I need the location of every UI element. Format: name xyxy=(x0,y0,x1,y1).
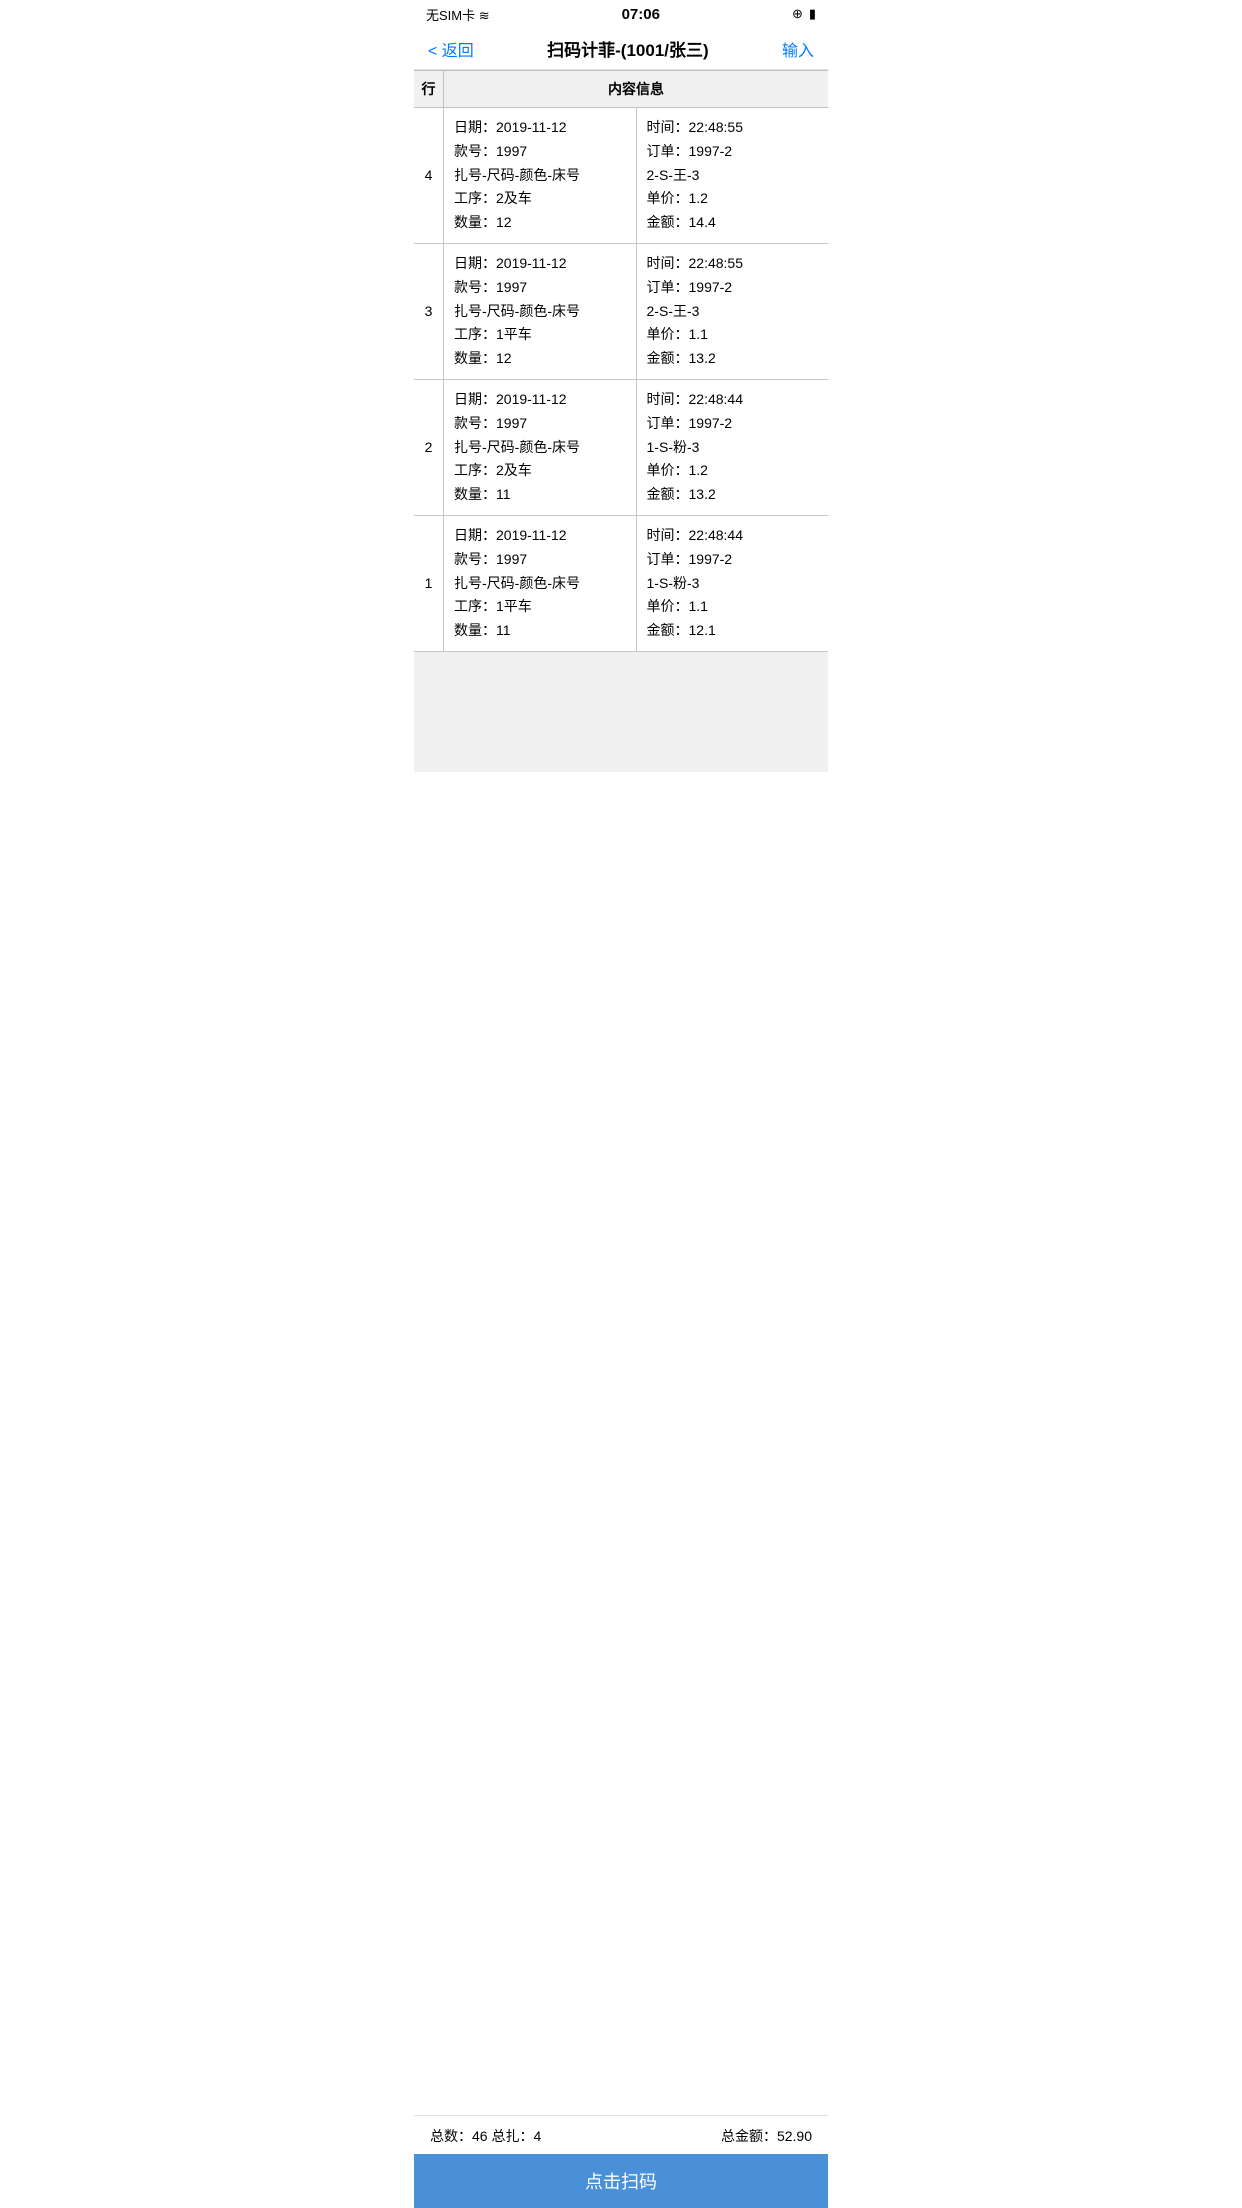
date-field: 日期：2019-11-12 xyxy=(454,252,626,276)
table-header: 行 内容信息 xyxy=(414,70,828,108)
price-field: 单价：1.1 xyxy=(647,595,819,619)
order-field: 订单：1997-2 xyxy=(647,412,819,436)
row-left-info: 日期：2019-11-12 款号：1997 扎号-尺码-颜色-床号 工序：2及车… xyxy=(444,380,637,515)
row-left-info: 日期：2019-11-12 款号：1997 扎号-尺码-颜色-床号 工序：1平车… xyxy=(444,244,637,379)
row-number: 2 xyxy=(414,380,444,515)
row-right-info: 时间：22:48:55 订单：1997-2 2-S-王-3 单价：1.1 金额：… xyxy=(637,244,829,379)
summary-right: 总金额：52.90 xyxy=(721,2126,812,2146)
status-bar: 无SIM卡 ≋ 07:06 ⊕ ▮ xyxy=(414,0,828,28)
time-field: 时间：22:48:44 xyxy=(647,524,819,548)
table-row: 4 日期：2019-11-12 款号：1997 扎号-尺码-颜色-床号 工序：2… xyxy=(414,108,828,244)
input-button[interactable]: 输入 xyxy=(782,37,814,61)
table-row: 1 日期：2019-11-12 款号：1997 扎号-尺码-颜色-床号 工序：1… xyxy=(414,516,828,652)
date-field: 日期：2019-11-12 xyxy=(454,116,626,140)
row-right-info: 时间：22:48:44 订单：1997-2 1-S-粉-3 单价：1.1 金额：… xyxy=(637,516,829,651)
price-field: 单价：1.1 xyxy=(647,323,819,347)
style-field: 款号：1997 xyxy=(454,140,626,164)
process-field: 工序：1平车 xyxy=(454,323,626,347)
row-right-info: 时间：22:48:55 订单：1997-2 2-S-王-3 单价：1.2 金额：… xyxy=(637,108,829,243)
row-content: 日期：2019-11-12 款号：1997 扎号-尺码-颜色-床号 工序：2及车… xyxy=(444,108,828,243)
order-field: 订单：1997-2 xyxy=(647,276,819,300)
spec-field: 1-S-粉-3 xyxy=(647,572,819,596)
spec-field: 2-S-王-3 xyxy=(647,164,819,188)
qty-field: 数量：12 xyxy=(454,347,626,371)
process-field: 工序：2及车 xyxy=(454,459,626,483)
process-field: 工序：2及车 xyxy=(454,187,626,211)
row-left-info: 日期：2019-11-12 款号：1997 扎号-尺码-颜色-床号 工序：2及车… xyxy=(444,108,637,243)
row-number: 4 xyxy=(414,108,444,243)
time-field: 时间：22:48:44 xyxy=(647,388,819,412)
code-field: 扎号-尺码-颜色-床号 xyxy=(454,436,626,460)
scan-button[interactable]: 点击扫码 xyxy=(414,2154,828,2208)
style-field: 款号：1997 xyxy=(454,548,626,572)
order-field: 订单：1997-2 xyxy=(647,140,819,164)
status-bar-time: 07:06 xyxy=(622,6,660,23)
row-number: 3 xyxy=(414,244,444,379)
amount-field: 金额：13.2 xyxy=(647,483,819,507)
amount-field: 金额：12.1 xyxy=(647,619,819,643)
price-field: 单价：1.2 xyxy=(647,187,819,211)
status-bar-right: ⊕ ▮ xyxy=(792,6,816,22)
row-content: 日期：2019-11-12 款号：1997 扎号-尺码-颜色-床号 工序：1平车… xyxy=(444,516,828,651)
spec-field: 1-S-粉-3 xyxy=(647,436,819,460)
page-title: 扫码计菲-(1001/张三) xyxy=(547,36,709,61)
qty-field: 数量：11 xyxy=(454,483,626,507)
time-field: 时间：22:48:55 xyxy=(647,116,819,140)
style-field: 款号：1997 xyxy=(454,276,626,300)
status-bar-left: 无SIM卡 ≋ xyxy=(426,5,490,24)
data-table: 行 内容信息 4 日期：2019-11-12 款号：1997 扎号-尺码-颜色-… xyxy=(414,70,828,872)
code-field: 扎号-尺码-颜色-床号 xyxy=(454,164,626,188)
style-field: 款号：1997 xyxy=(454,412,626,436)
process-field: 工序：1平车 xyxy=(454,595,626,619)
header-content-col: 内容信息 xyxy=(444,71,828,107)
sim-status: 无SIM卡 ≋ xyxy=(426,5,490,24)
table-row: 3 日期：2019-11-12 款号：1997 扎号-尺码-颜色-床号 工序：1… xyxy=(414,244,828,380)
row-content: 日期：2019-11-12 款号：1997 扎号-尺码-颜色-床号 工序：2及车… xyxy=(444,380,828,515)
nav-bar: < 返回 扫码计菲-(1001/张三) 输入 xyxy=(414,28,828,70)
back-button[interactable]: < 返回 xyxy=(428,37,474,61)
date-field: 日期：2019-11-12 xyxy=(454,388,626,412)
table-row: 2 日期：2019-11-12 款号：1997 扎号-尺码-颜色-床号 工序：2… xyxy=(414,380,828,516)
row-left-info: 日期：2019-11-12 款号：1997 扎号-尺码-颜色-床号 工序：1平车… xyxy=(444,516,637,651)
date-field: 日期：2019-11-12 xyxy=(454,524,626,548)
amount-field: 金额：14.4 xyxy=(647,211,819,235)
code-field: 扎号-尺码-颜色-床号 xyxy=(454,572,626,596)
row-right-info: 时间：22:48:44 订单：1997-2 1-S-粉-3 单价：1.2 金额：… xyxy=(637,380,829,515)
code-field: 扎号-尺码-颜色-床号 xyxy=(454,300,626,324)
header-row-col: 行 xyxy=(414,71,444,107)
order-field: 订单：1997-2 xyxy=(647,548,819,572)
row-content: 日期：2019-11-12 款号：1997 扎号-尺码-颜色-床号 工序：1平车… xyxy=(444,244,828,379)
summary-left: 总数：46 总扎：4 xyxy=(430,2126,541,2146)
battery-icon: ▮ xyxy=(809,6,816,22)
price-field: 单价：1.2 xyxy=(647,459,819,483)
spec-field: 2-S-王-3 xyxy=(647,300,819,324)
amount-field: 金额：13.2 xyxy=(647,347,819,371)
time-field: 时间：22:48:55 xyxy=(647,252,819,276)
footer-summary: 总数：46 总扎：4 总金额：52.90 xyxy=(414,2115,828,2156)
qty-field: 数量：11 xyxy=(454,619,626,643)
qty-field: 数量：12 xyxy=(454,211,626,235)
empty-area xyxy=(414,652,828,772)
row-number: 1 xyxy=(414,516,444,651)
location-icon: ⊕ xyxy=(792,6,803,22)
